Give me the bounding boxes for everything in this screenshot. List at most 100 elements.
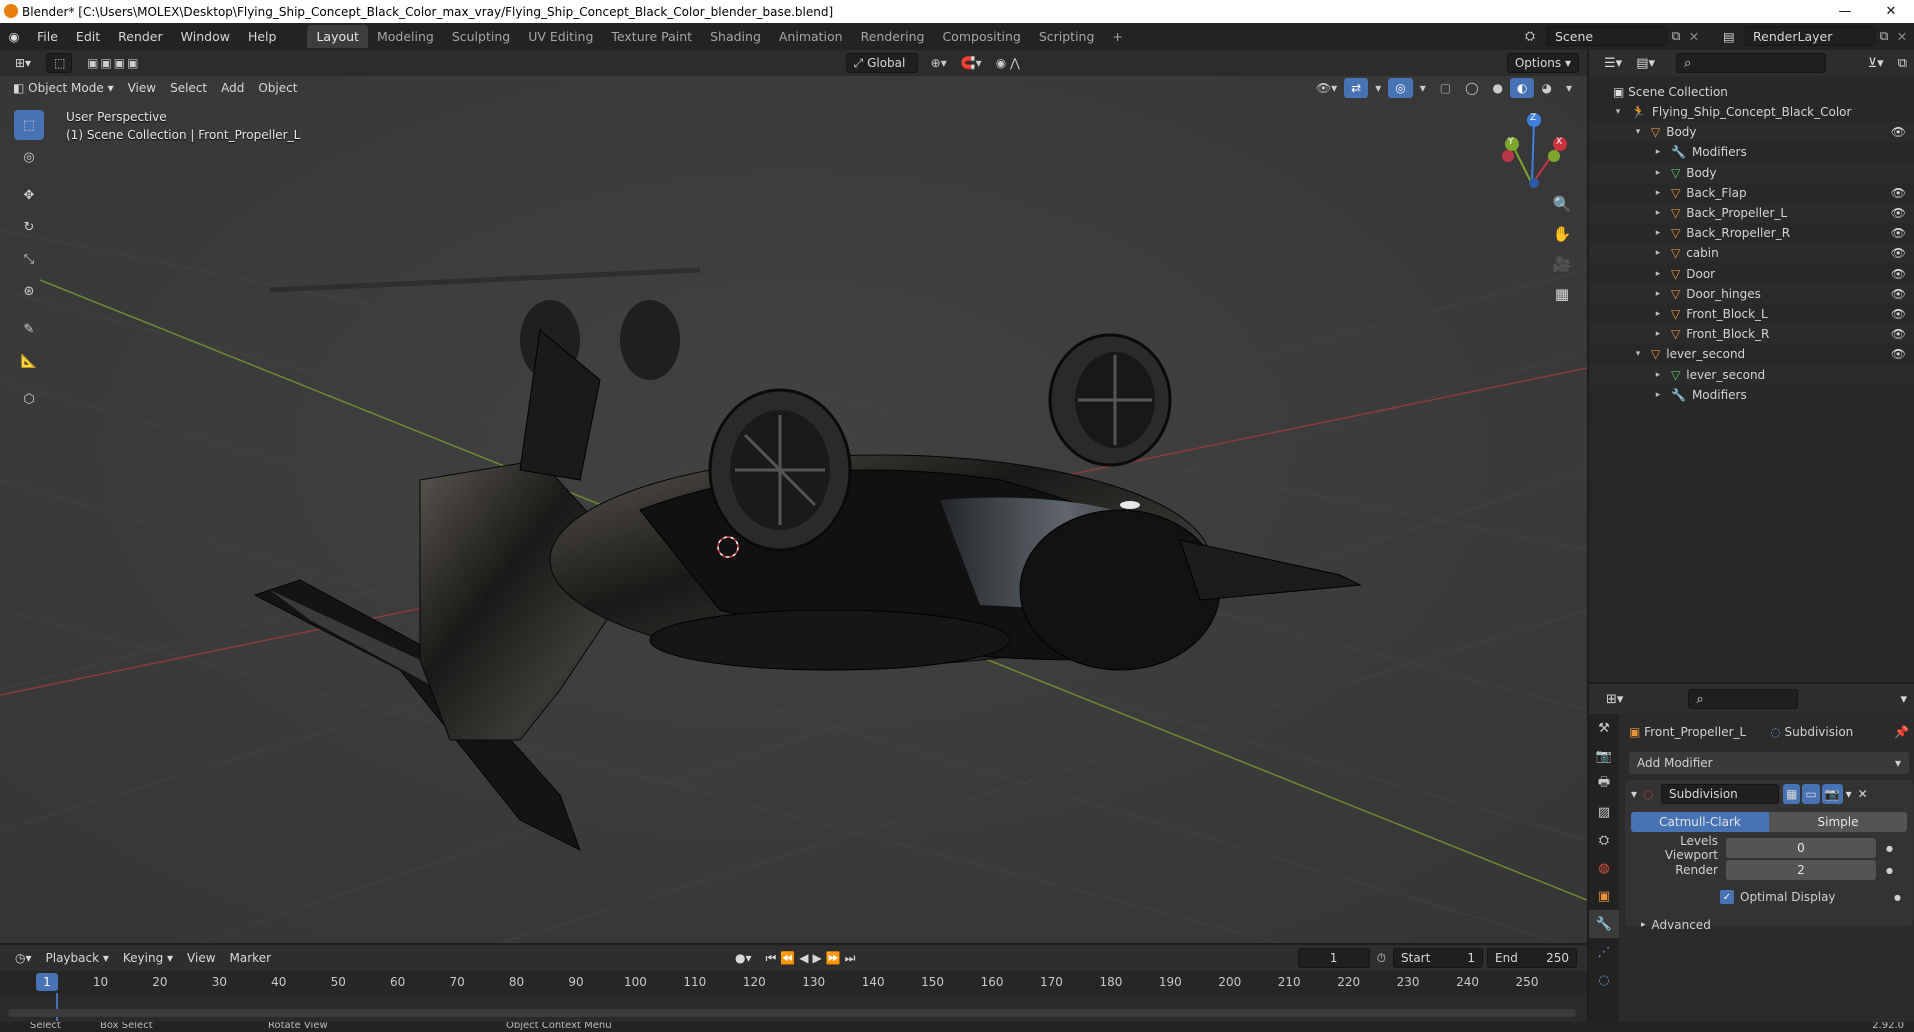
properties-menu-icon[interactable]: ▾ — [1893, 689, 1914, 709]
outliner-row[interactable]: ▸ 🔧 Modifiers — [1589, 385, 1914, 405]
delete-layer-icon[interactable]: ✕ — [1893, 29, 1911, 44]
ortho-grid-icon[interactable]: ▦ — [1548, 285, 1576, 315]
blender-menu-icon[interactable]: ◉ — [0, 29, 28, 44]
start-frame-field[interactable]: Start 1 — [1393, 948, 1483, 968]
visibility-eye-icon[interactable]: 👁 — [1891, 307, 1906, 321]
menu-edit[interactable]: Edit — [67, 29, 109, 44]
gizmo-toggle-icon[interactable]: ⇄ — [1344, 78, 1369, 98]
material-shading-icon[interactable]: ◐ — [1510, 78, 1535, 98]
transform-tool-icon[interactable]: ⊛ — [14, 276, 44, 306]
collapsed-arrow-icon[interactable]: ▸ — [1653, 289, 1663, 299]
collapsed-arrow-icon[interactable]: ▸ — [1653, 248, 1663, 258]
collapsed-arrow-icon[interactable]: ▸ — [1653, 208, 1663, 218]
proportional-edit-icon[interactable]: ◉ ⋀ — [989, 53, 1027, 73]
new-collection-icon[interactable]: ⧉ — [1891, 53, 1914, 73]
scale-tool-icon[interactable]: ⤡ — [14, 244, 44, 274]
levels-viewport-field[interactable]: 0 — [1726, 838, 1876, 858]
pin-icon[interactable]: 📌 — [1894, 725, 1909, 739]
outliner-search-input[interactable]: ⌕ — [1676, 53, 1826, 73]
collapsed-arrow-icon[interactable]: ▸ — [1653, 269, 1663, 279]
outliner-row[interactable]: ▸ ▽ Door 👁 — [1589, 264, 1914, 284]
frame-ruler[interactable]: 1 10 20 30 40 50 60 70 80 90 100 110 120 130 140 150 160… — [0, 971, 1587, 995]
pan-hand-icon[interactable]: ✋ — [1548, 225, 1576, 255]
menu-playback[interactable]: Playback ▾ — [39, 948, 116, 968]
menu-timeline-view[interactable]: View — [180, 948, 222, 968]
scene-tab-icon[interactable]: ⛭ — [1589, 826, 1619, 854]
solid-shading-icon[interactable]: ● — [1486, 78, 1510, 98]
properties-search-input[interactable]: ⌕ — [1688, 689, 1799, 709]
outliner-row[interactable]: ▾ 🏃 Flying_Ship_Concept_Black_Color — [1589, 102, 1914, 122]
move-tool-icon[interactable]: ✥ — [14, 180, 44, 210]
zoom-icon[interactable]: 🔍 — [1548, 195, 1576, 225]
catmull-clark-button[interactable]: Catmull-Clark — [1631, 812, 1769, 832]
delete-scene-icon[interactable]: ✕ — [1685, 29, 1703, 44]
tab-rendering[interactable]: Rendering — [852, 25, 934, 48]
modifier-name-field[interactable]: Subdivision — [1661, 784, 1779, 804]
edit-mode-toggle-icon[interactable]: ▦ — [1783, 784, 1801, 804]
expanded-arrow-icon[interactable]: ▾ — [1613, 107, 1623, 117]
visibility-eye-icon[interactable]: 👁 — [1891, 246, 1906, 260]
collapsed-arrow-icon[interactable]: ▸ — [1653, 228, 1663, 238]
tab-texture-paint[interactable]: Texture Paint — [602, 25, 701, 48]
options-button[interactable]: Options ▾ — [1506, 53, 1579, 73]
render-toggle-icon[interactable]: 📷 — [1821, 784, 1843, 804]
selection-modes-icon[interactable]: ▣▣▣▣ — [80, 53, 147, 73]
playback-controls-icon[interactable]: ⏮⏪◀▶⏩⏭ — [759, 948, 867, 968]
scene-selector[interactable]: Scene — [1547, 26, 1667, 46]
visibility-eye-icon[interactable]: 👁 — [1891, 206, 1906, 220]
filter-icon[interactable]: ⊻▾ — [1861, 53, 1891, 73]
outliner-row[interactable]: ▸ ▽ cabin 👁 — [1589, 243, 1914, 264]
collapse-icon[interactable]: ▾ — [1631, 787, 1643, 801]
visibility-eye-icon[interactable]: 👁 — [1891, 267, 1906, 281]
scene-collection-row[interactable]: ▣ Scene Collection — [1589, 82, 1914, 102]
tab-shading[interactable]: Shading — [701, 25, 770, 48]
overlay-dropdown-icon[interactable]: ▾ — [1413, 78, 1433, 98]
tab-compositing[interactable]: Compositing — [933, 25, 1029, 48]
menu-add[interactable]: Add — [214, 78, 251, 98]
object-tab-icon[interactable]: ▣ — [1589, 882, 1619, 910]
expanded-arrow-icon[interactable]: ▾ — [1633, 127, 1643, 137]
xray-icon[interactable]: ▢ — [1433, 78, 1458, 98]
outliner-row[interactable]: ▾ ▽ lever_second 👁 — [1589, 344, 1914, 364]
record-icon[interactable]: ●▾ — [728, 948, 759, 968]
viewport-canvas[interactable] — [0, 50, 1587, 943]
current-frame-field[interactable]: 1 — [1297, 948, 1370, 968]
outliner-row[interactable]: ▸ 🔧 Modifiers — [1589, 142, 1914, 162]
modifier-menu-icon[interactable]: ▾ — [1843, 784, 1855, 804]
overlay-toggle-icon[interactable]: ◎ — [1388, 78, 1413, 98]
outliner-row[interactable]: ▸ ▽ Body — [1589, 162, 1914, 183]
outliner-row[interactable]: ▸ ▽ Back_Rropeller_R 👁 — [1589, 223, 1914, 243]
tab-layout[interactable]: Layout — [307, 25, 368, 48]
collapsed-arrow-icon[interactable]: ▸ — [1653, 188, 1663, 198]
editor-type-icon[interactable]: ⊞▾ — [8, 53, 38, 73]
render-levels-field[interactable]: 2 — [1726, 860, 1876, 880]
collapsed-arrow-icon[interactable]: ▸ — [1653, 329, 1663, 339]
render-tab-icon[interactable]: 📷 — [1589, 742, 1619, 770]
timeline-scrollbar[interactable] — [8, 1009, 1576, 1017]
outliner-row[interactable]: ▸ ▽ Back_Propeller_L 👁 — [1589, 203, 1914, 223]
outliner-row[interactable]: ▸ ▽ Front_Block_L 👁 — [1589, 304, 1914, 324]
timeline-editor-icon[interactable]: ◷▾ — [8, 948, 39, 968]
tab-sculpting[interactable]: Sculpting — [443, 25, 519, 48]
remove-modifier-icon[interactable]: ✕ — [1855, 784, 1871, 804]
modifier-tab-icon[interactable]: 🔧 — [1589, 910, 1619, 938]
close-window-button[interactable]: ✕ — [1868, 0, 1914, 23]
visibility-eye-icon[interactable]: 👁 — [1891, 287, 1906, 301]
rendered-shading-icon[interactable]: ◕ — [1534, 78, 1558, 98]
shading-dropdown-icon[interactable]: ▾ — [1559, 78, 1579, 98]
end-frame-field[interactable]: End 250 — [1487, 948, 1577, 968]
visibility-eye-icon[interactable]: 👁 — [1891, 347, 1906, 361]
visibility-icon[interactable]: 👁▾ — [1309, 78, 1344, 98]
camera-icon[interactable]: 🎥 — [1548, 255, 1576, 285]
keyframe-dot-icon[interactable]: ● — [1886, 844, 1893, 853]
select-tool-icon[interactable]: ⬚ — [14, 110, 44, 140]
outliner-row[interactable]: ▾ ▽ Body 👁 — [1589, 122, 1914, 143]
collapsed-arrow-icon[interactable]: ▸ — [1653, 168, 1663, 178]
new-layer-icon[interactable]: ⧉ — [1875, 28, 1893, 44]
orientation-dropdown[interactable]: ⤢ Global — [845, 53, 918, 73]
outliner-row[interactable]: ▸ ▽ Front_Block_R 👁 — [1589, 324, 1914, 345]
tab-scripting[interactable]: Scripting — [1030, 25, 1104, 48]
visibility-eye-icon[interactable]: 👁 — [1891, 226, 1906, 240]
menu-keying[interactable]: Keying ▾ — [116, 948, 180, 968]
expanded-arrow-icon[interactable]: ▾ — [1633, 349, 1643, 359]
